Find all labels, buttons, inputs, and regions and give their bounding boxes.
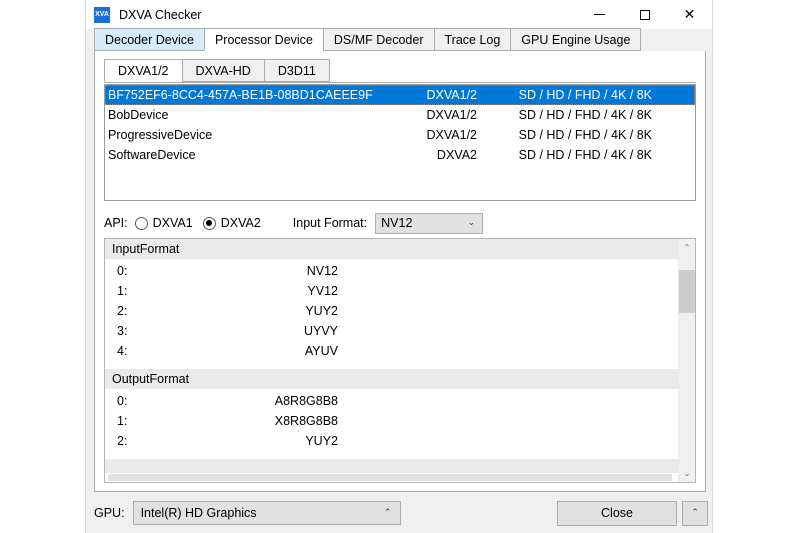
chevron-up-icon: ⌃ [384,502,392,524]
chevron-down-icon: ⌄ [468,214,476,233]
device-resolutions: SD / HD / FHD / 4K / 8K [477,148,652,162]
row-index: 4: [105,344,178,358]
format-detail-panel: InputFormat 0: NV12 1: YV12 2: YUY2 [104,238,696,483]
app-icon: XVA [94,7,110,23]
list-item: 2: YUY2 [105,301,679,321]
radio-dxva1-indicator [135,217,148,230]
row-index: 3: [105,324,178,338]
row-index: 2: [105,304,178,318]
row-index: 0: [105,264,178,278]
row-index: 0: [105,394,178,408]
list-item: 0: A8R8G8B8 [105,391,679,411]
row-value: YV12 [178,284,338,298]
tab-trace-log[interactable]: Trace Log [434,28,511,51]
scroll-down-button[interactable]: ⌄ [679,465,695,482]
maximize-button[interactable] [622,0,667,29]
subtab-dxva-hd[interactable]: DXVA-HD [182,59,264,82]
row-index: 1: [105,414,178,428]
section-header-outputformat: OutputFormat [105,369,679,389]
device-api: DXVA2 [391,148,477,162]
radio-dxva2-indicator [203,217,216,230]
input-format-value: NV12 [381,216,412,230]
vertical-scrollbar-thumb[interactable] [679,270,695,313]
sub-tabstrip: DXVA1/2 DXVA-HD D3D11 [104,60,696,83]
api-format-row: API: DXVA1 DXVA2 Input Format: NV12 ⌄ [104,211,696,235]
dxva-checker-window: XVA DXVA Checker ✕ Decoder Device Proces… [85,0,713,533]
row-value: YUY2 [178,304,338,318]
device-resolutions: SD / HD / FHD / 4K / 8K [477,88,652,102]
title-bar: XVA DXVA Checker ✕ [86,0,712,29]
radio-dxva1-label: DXVA1 [153,216,193,230]
device-name: ProgressiveDevice [108,128,391,142]
list-item[interactable]: BF752EF6-8CC4-457A-BE1B-08BD1CAEEE9F DXV… [105,85,695,105]
minimize-icon [594,14,605,15]
subtab-d3d11[interactable]: D3D11 [264,59,330,82]
tab-decoder-device[interactable]: Decoder Device [94,28,204,51]
close-window-button[interactable]: ✕ [667,0,712,29]
list-item: 1: YV12 [105,281,679,301]
list-item[interactable]: BobDevice DXVA1/2 SD / HD / FHD / 4K / 8… [105,105,695,125]
section-header-inputformat: InputFormat [105,239,679,259]
row-index: 1: [105,284,178,298]
radio-dxva1[interactable]: DXVA1 [135,216,193,230]
row-value: YUY2 [178,434,338,448]
list-item: 4: AYUV [105,341,679,361]
window-controls: ✕ [577,0,712,29]
row-value: NV12 [178,264,338,278]
list-item: 3: UYVY [105,321,679,341]
input-format-label: Input Format: [293,216,367,230]
format-detail-content: InputFormat 0: NV12 1: YV12 2: YUY2 [105,239,679,482]
device-name: BobDevice [108,108,391,122]
horizontal-scrollbar[interactable] [105,473,679,482]
device-api: DXVA1/2 [391,128,477,142]
window-title: DXVA Checker [119,8,201,22]
list-item[interactable]: SoftwareDevice DXVA2 SD / HD / FHD / 4K … [105,145,695,165]
section-rows-outputformat: 0: A8R8G8B8 1: X8R8G8B8 2: YUY2 [105,389,679,451]
chevron-up-icon: ⌃ [691,508,699,518]
row-value: X8R8G8B8 [178,414,338,428]
api-label: API: [104,216,128,230]
close-icon: ✕ [684,8,696,22]
device-list[interactable]: BF752EF6-8CC4-457A-BE1B-08BD1CAEEE9F DXV… [104,84,696,201]
section-spacer [105,361,679,369]
list-item: 2: YUY2 [105,431,679,451]
row-index: 2: [105,434,178,448]
scroll-up-button[interactable]: ⌃ [679,239,695,256]
bottom-bar: GPU: Intel(R) HD Graphics ⌃ Close ⌃ [86,493,712,533]
tab-gpu-engine-usage[interactable]: GPU Engine Usage [510,28,641,51]
tab-dsmf-decoder[interactable]: DS/MF Decoder [323,28,434,51]
main-tabstrip: Decoder Device Processor Device DS/MF De… [94,29,706,52]
device-api: DXVA1/2 [391,88,477,102]
device-resolutions: SD / HD / FHD / 4K / 8K [477,128,652,142]
gpu-select[interactable]: Intel(R) HD Graphics ⌃ [133,501,401,525]
maximize-icon [640,10,650,20]
gpu-value: Intel(R) HD Graphics [141,506,257,520]
input-format-select[interactable]: NV12 ⌄ [375,213,483,234]
device-name: SoftwareDevice [108,148,391,162]
minimize-button[interactable] [577,0,622,29]
vertical-scrollbar[interactable]: ⌃ ⌄ [678,239,695,482]
section-rows-inputformat: 0: NV12 1: YV12 2: YUY2 3: UYVY [105,259,679,361]
device-name: BF752EF6-8CC4-457A-BE1B-08BD1CAEEE9F [108,88,391,102]
device-api: DXVA1/2 [391,108,477,122]
subtab-dxva12[interactable]: DXVA1/2 [104,59,182,82]
section-spacer [105,451,679,459]
list-item: 1: X8R8G8B8 [105,411,679,431]
device-resolutions: SD / HD / FHD / 4K / 8K [477,108,652,122]
list-item: 0: NV12 [105,261,679,281]
expand-panel-button[interactable]: ⌃ [682,501,708,526]
radio-dxva2-label: DXVA2 [221,216,261,230]
radio-dxva2[interactable]: DXVA2 [203,216,261,230]
close-button[interactable]: Close [557,501,677,526]
list-item[interactable]: ProgressiveDevice DXVA1/2 SD / HD / FHD … [105,125,695,145]
row-value: UYVY [178,324,338,338]
gpu-label: GPU: [94,506,125,520]
tab-processor-device[interactable]: Processor Device [204,28,323,51]
row-value: AYUV [178,344,338,358]
horizontal-scrollbar-thumb[interactable] [108,474,672,481]
processor-device-page: DXVA1/2 DXVA-HD D3D11 BF752EF6-8CC4-457A… [94,51,706,492]
row-value: A8R8G8B8 [178,394,338,408]
